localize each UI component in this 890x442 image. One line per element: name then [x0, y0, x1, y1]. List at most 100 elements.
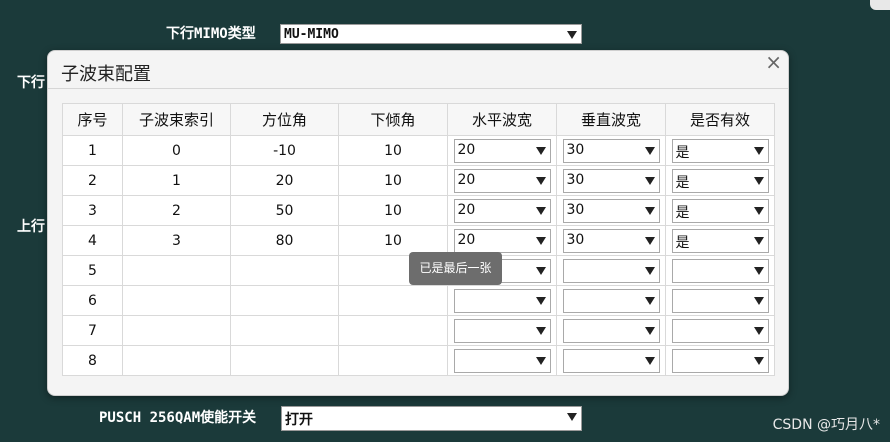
h-width-select[interactable] [453, 348, 551, 373]
chevron-down-icon [753, 296, 764, 305]
pusch-256qam-select[interactable]: 打开 [281, 406, 582, 431]
v-width-select-cell [556, 285, 666, 316]
v-width-select-cell: 30 [556, 135, 666, 166]
row-index-cell: 2 [122, 195, 231, 226]
h-width-select-value: 20 [457, 201, 476, 218]
h-width-select[interactable] [453, 288, 551, 313]
h-width-select[interactable] [453, 318, 551, 343]
v-width-select[interactable]: 30 [562, 138, 660, 163]
valid-select-value: 是 [675, 174, 690, 191]
v-width-select[interactable] [562, 288, 660, 313]
row-index-cell [122, 315, 231, 346]
chevron-down-icon [644, 266, 655, 275]
close-icon[interactable]: × [765, 51, 782, 73]
downlink-mimo-select[interactable]: MU-MIMO [280, 24, 582, 44]
chevron-down-icon [644, 206, 655, 215]
h-width-select[interactable]: 20 [453, 168, 551, 193]
row-azimuth-cell: 50 [230, 195, 339, 226]
valid-select[interactable] [671, 318, 769, 343]
table-row: 3 2 50 10 20 30 是 [62, 195, 775, 226]
chevron-down-icon [753, 356, 764, 365]
h-width-select-cell [447, 315, 557, 346]
row-seq-cell: 5 [62, 255, 123, 286]
row-tilt-cell [338, 285, 448, 316]
column-header: 下倾角 [338, 103, 448, 136]
chevron-down-icon [753, 146, 764, 155]
row-seq-cell: 3 [62, 195, 123, 226]
valid-select[interactable]: 是 [671, 228, 769, 253]
h-width-select[interactable]: 20 [453, 198, 551, 223]
chevron-down-icon [535, 176, 546, 185]
row-index-cell: 1 [122, 165, 231, 196]
row-seq-cell: 4 [62, 225, 123, 256]
v-width-select[interactable] [562, 258, 660, 283]
sub-beam-config-dialog: 子波束配置 × 序号 子波束索引 方位角 下倾角 水平波宽 垂直波宽 是否有效 … [47, 50, 789, 396]
v-width-select[interactable] [562, 318, 660, 343]
v-width-select-value: 30 [566, 231, 585, 248]
v-width-select[interactable]: 30 [562, 228, 660, 253]
row-tilt-cell: 10 [338, 135, 448, 166]
h-width-select-value: 20 [457, 171, 476, 188]
valid-select[interactable]: 是 [671, 198, 769, 223]
table-row: 6 [62, 285, 775, 316]
row-azimuth-cell [230, 285, 339, 316]
h-width-select-value: 20 [457, 231, 476, 248]
valid-select[interactable] [671, 348, 769, 373]
v-width-select[interactable]: 30 [562, 198, 660, 223]
chevron-down-icon [567, 413, 577, 421]
h-width-select[interactable]: 20 [453, 138, 551, 163]
side-label-uplink: 上行 [17, 219, 45, 235]
valid-select[interactable]: 是 [671, 138, 769, 163]
valid-select-cell [665, 345, 775, 376]
corner-button[interactable] [870, 0, 890, 10]
h-width-select-cell: 20 [447, 225, 557, 256]
column-header: 子波束索引 [122, 103, 231, 136]
h-width-select-cell: 20 [447, 195, 557, 226]
column-header: 是否有效 [665, 103, 775, 136]
row-index-cell: 3 [122, 225, 231, 256]
row-seq-cell: 2 [62, 165, 123, 196]
valid-select-cell: 是 [665, 135, 775, 166]
valid-select-cell: 是 [665, 195, 775, 226]
h-width-select-cell: 20 [447, 165, 557, 196]
v-width-select-cell: 30 [556, 195, 666, 226]
chevron-down-icon [644, 356, 655, 365]
column-header: 序号 [62, 103, 123, 136]
dialog-divider [48, 88, 788, 89]
chevron-down-icon [644, 326, 655, 335]
v-width-select-cell [556, 345, 666, 376]
valid-select-value: 是 [675, 144, 690, 161]
v-width-select-cell: 30 [556, 225, 666, 256]
table-header-row: 序号 子波束索引 方位角 下倾角 水平波宽 垂直波宽 是否有效 [62, 103, 775, 136]
valid-select[interactable] [671, 258, 769, 283]
v-width-select[interactable] [562, 348, 660, 373]
tooltip: 已是最后一张 [409, 252, 502, 285]
valid-select-cell: 是 [665, 225, 775, 256]
h-width-select[interactable]: 20 [453, 228, 551, 253]
row-index-cell [122, 285, 231, 316]
v-width-select[interactable]: 30 [562, 168, 660, 193]
chevron-down-icon [535, 356, 546, 365]
table-row: 2 1 20 10 20 30 是 [62, 165, 775, 196]
valid-select[interactable]: 是 [671, 168, 769, 193]
dialog-title: 子波束配置 [61, 64, 151, 85]
side-label-downlink: 下行 [17, 75, 45, 91]
row-seq-cell: 6 [62, 285, 123, 316]
valid-select[interactable] [671, 288, 769, 313]
v-width-select-value: 30 [566, 141, 585, 158]
chevron-down-icon [753, 236, 764, 245]
valid-select-value: 是 [675, 234, 690, 251]
column-header: 方位角 [230, 103, 339, 136]
chevron-down-icon [535, 266, 546, 275]
chevron-down-icon [644, 296, 655, 305]
chevron-down-icon [644, 236, 655, 245]
row-azimuth-cell [230, 315, 339, 346]
table-row: 1 0 -10 10 20 30 是 [62, 135, 775, 166]
valid-select-cell: 是 [665, 165, 775, 196]
chevron-down-icon [535, 146, 546, 155]
table-row: 4 3 80 10 20 30 是 [62, 225, 775, 256]
chevron-down-icon [567, 31, 577, 39]
chevron-down-icon [644, 176, 655, 185]
sub-beam-table: 序号 子波束索引 方位角 下倾角 水平波宽 垂直波宽 是否有效 1 0 -10 10 2… [62, 103, 775, 376]
chevron-down-icon [535, 206, 546, 215]
